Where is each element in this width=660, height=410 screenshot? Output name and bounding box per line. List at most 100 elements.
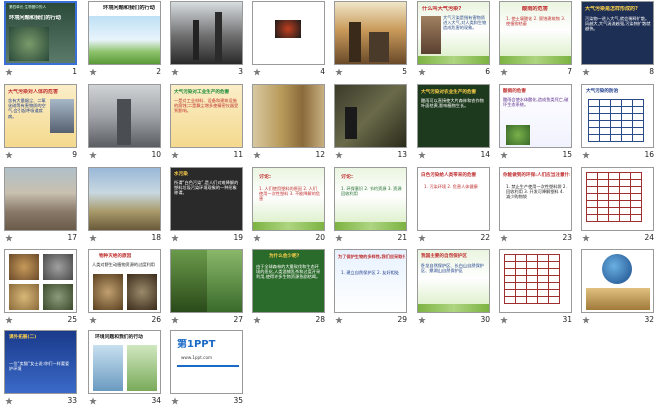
star-animation-icon[interactable] — [418, 234, 426, 242]
star-animation-icon[interactable] — [171, 316, 179, 324]
star-animation-icon[interactable] — [5, 234, 13, 242]
slide-thumbnail[interactable]: 什么叫大气污染? 大气污染是指有害物质进入大气,对人类和生物造成危害的现象。 — [417, 1, 490, 65]
ppt-logo-text: 第1PPT — [177, 339, 216, 350]
star-animation-icon[interactable] — [582, 234, 590, 242]
star-animation-icon[interactable] — [89, 397, 97, 405]
star-animation-icon[interactable] — [89, 151, 97, 159]
slide-thumbnail[interactable]: 第1PPT www.1ppt.com — [170, 330, 243, 394]
star-animation-icon[interactable] — [582, 316, 590, 324]
slide-label: 3 — [168, 66, 246, 78]
land-photo — [89, 168, 160, 230]
star-animation-icon[interactable] — [171, 234, 179, 242]
slide-thumbnail[interactable] — [88, 84, 161, 148]
slide-thumbnail[interactable] — [252, 1, 325, 65]
slide-table — [504, 254, 560, 304]
tower — [117, 99, 131, 145]
star-animation-icon[interactable] — [418, 151, 426, 159]
slide-thumbnail[interactable]: 为了保护生物的多样性,我们应采取什么措施 1. 建立自然保护区 2. 友好相处 — [334, 249, 407, 313]
star-animation-icon[interactable] — [171, 151, 179, 159]
star-animation-icon[interactable] — [253, 68, 261, 76]
slide-cell: 3 — [166, 0, 248, 80]
star-animation-icon[interactable] — [335, 151, 343, 159]
slide-thumbnail[interactable] — [252, 84, 325, 148]
star-animation-icon[interactable] — [89, 234, 97, 242]
slide-title: 大气污染是怎样形成的? — [585, 6, 638, 12]
sky-grass-image — [89, 16, 160, 64]
star-animation-icon[interactable] — [171, 68, 179, 76]
slide-cell: 18 — [84, 166, 166, 246]
slide-cell: 第1PPT www.1ppt.com 35 — [166, 329, 248, 409]
slide-label: 25 — [2, 314, 80, 326]
slide-thumbnail[interactable] — [170, 1, 243, 65]
star-animation-icon[interactable] — [418, 68, 426, 76]
slide-thumbnail[interactable]: 大气污染对农业生产的危害 酸雨可以直接使大片森林和农作物叶面枯黄,影响植物生长。 — [417, 84, 490, 148]
waste-photo — [421, 16, 441, 54]
slide-cell: 为什么会少呢? 由于全球森林的大量砍伐和生态环境的恶化,人类滥捕乱杀和过度开采利用… — [248, 248, 330, 328]
slide-title: 水污染 — [174, 172, 188, 177]
slide-thumbnail[interactable]: 物种灭绝的原因 人类对野生动植物资源的过度利用 — [88, 249, 161, 313]
slide-thumbnail[interactable]: 你能做到的环保:人们应当注意什么 1. 禁止生产使用一次性塑料袋 2. 回收利用 … — [499, 167, 572, 231]
slide-cell: 12 — [248, 83, 330, 163]
slide-thumbnail[interactable]: 环境问题和我们的行动 — [88, 330, 161, 394]
slide-thumbnail[interactable]: 课外拓展(二) 一位“卖猫”女士说:你们一样要爱护环境 — [4, 330, 77, 394]
star-animation-icon[interactable] — [335, 316, 343, 324]
slide-thumbnail[interactable] — [170, 249, 243, 313]
star-animation-icon[interactable] — [253, 151, 261, 159]
slide-number: 26 — [151, 315, 161, 324]
person-silhouette — [345, 107, 357, 139]
slide-thumbnail[interactable]: 白色污染给人类带来的危害 1. 污染环境 2. 危害人体健康 — [417, 167, 490, 231]
slide-thumbnail[interactable]: 第四单元 生物圈中的人 环境问题和我们的行动 — [4, 1, 77, 65]
logo-bar — [177, 365, 239, 367]
slide-thumbnail[interactable]: 为什么会少呢? 由于全球森林的大量砍伐和生态环境的恶化,人类滥捕乱杀和过度开采利用… — [252, 249, 325, 313]
star-animation-icon[interactable] — [418, 316, 426, 324]
slide-number: 20 — [315, 233, 325, 242]
slide-label: 29 — [332, 314, 410, 326]
slide-cell: 水污染 所谓“白色污染”,是人们对难降解的塑料垃圾污染环境现象的一种形象称谓。 19 — [166, 166, 248, 246]
slide-thumbnail[interactable] — [88, 167, 161, 231]
slide-cell: 酸雨的危害 酸雨会使水体酸化,造成鱼类死亡,破坏生态系统。 15 — [495, 83, 577, 163]
star-animation-icon[interactable] — [500, 68, 508, 76]
slide-thumbnail[interactable] — [4, 249, 77, 313]
slide-number: 7 — [567, 67, 572, 76]
star-animation-icon[interactable] — [253, 234, 261, 242]
slide-thumbnail[interactable]: 我国主要的自然保护区 卧龙自然保护区、长白山自然保护区、鼎湖山自然保护区 — [417, 249, 490, 313]
slide-thumbnail[interactable]: 大气污染是怎样形成的? 污染物一进入大气,就会稀释扩散。风越大,大气湍流越强,污染… — [581, 1, 654, 65]
slide-thumbnail[interactable]: 讨论: 1. 环保意识 2. 节约资源 3. 资源回收利用 — [334, 167, 407, 231]
star-animation-icon[interactable] — [335, 68, 343, 76]
slide-thumbnail[interactable]: 环境问题和我们的行动 — [88, 1, 161, 65]
slide-thumbnail[interactable]: 大气污染对人体的危害 含有大量烟尘、二氧化硫等有害物质的空气,会引起呼吸道疾病。 — [4, 84, 77, 148]
chimney — [193, 20, 199, 60]
star-animation-icon[interactable] — [500, 234, 508, 242]
plant-photo — [506, 125, 530, 145]
star-animation-icon[interactable] — [500, 316, 508, 324]
star-animation-icon[interactable] — [5, 151, 13, 159]
slide-thumbnail[interactable]: 酸雨的危害 1. 使土壤酸化 2. 腐蚀建筑物 3. 使植物枯萎 — [499, 1, 572, 65]
slide-label: 15 — [497, 149, 575, 161]
slide-cell: 10 — [84, 83, 166, 163]
star-animation-icon[interactable] — [89, 316, 97, 324]
star-animation-icon[interactable] — [335, 234, 343, 242]
slide-thumbnail[interactable]: 酸雨的危害 酸雨会使水体酸化,造成鱼类死亡,破坏生态系统。 — [499, 84, 572, 148]
slide-thumbnail[interactable] — [334, 1, 407, 65]
star-animation-icon[interactable] — [253, 316, 261, 324]
star-animation-icon[interactable] — [89, 68, 97, 76]
slide-title: 白色污染给人类带来的危害 — [421, 173, 477, 178]
star-animation-icon[interactable] — [171, 397, 179, 405]
slide-thumbnail[interactable] — [334, 84, 407, 148]
slide-thumbnail[interactable]: 大气污染的防治 — [581, 84, 654, 148]
slide-thumbnail[interactable] — [4, 167, 77, 231]
star-animation-icon[interactable] — [5, 316, 13, 324]
slide-label: 28 — [250, 314, 328, 326]
slide-thumbnail[interactable]: 讨论: 1. 人们使用塑料的原因 2. 人们使用一次性塑料 3. 不能降解的危害 — [252, 167, 325, 231]
star-animation-icon[interactable] — [5, 397, 13, 405]
slide-thumbnail[interactable]: 大气污染对工业生产的危害 一是对工业材料、设备和建筑设施的腐蚀;二是飘尘增多使精密… — [170, 84, 243, 148]
star-animation-icon[interactable] — [582, 68, 590, 76]
star-animation-icon[interactable] — [5, 68, 13, 76]
star-animation-icon[interactable] — [500, 151, 508, 159]
star-animation-icon[interactable] — [582, 151, 590, 159]
slide-sorter-grid: 第四单元 生物圈中的人 环境问题和我们的行动 1 环境问题和我们的行动 2 3 4 5 什么叫大… — [0, 0, 660, 410]
slide-thumbnail[interactable] — [499, 249, 572, 313]
slide-thumbnail[interactable]: 水污染 所谓“白色污染”,是人们对难降解的塑料垃圾污染环境现象的一种形象称谓。 — [170, 167, 243, 231]
slide-thumbnail[interactable] — [581, 249, 654, 313]
slide-thumbnail[interactable] — [581, 167, 654, 231]
